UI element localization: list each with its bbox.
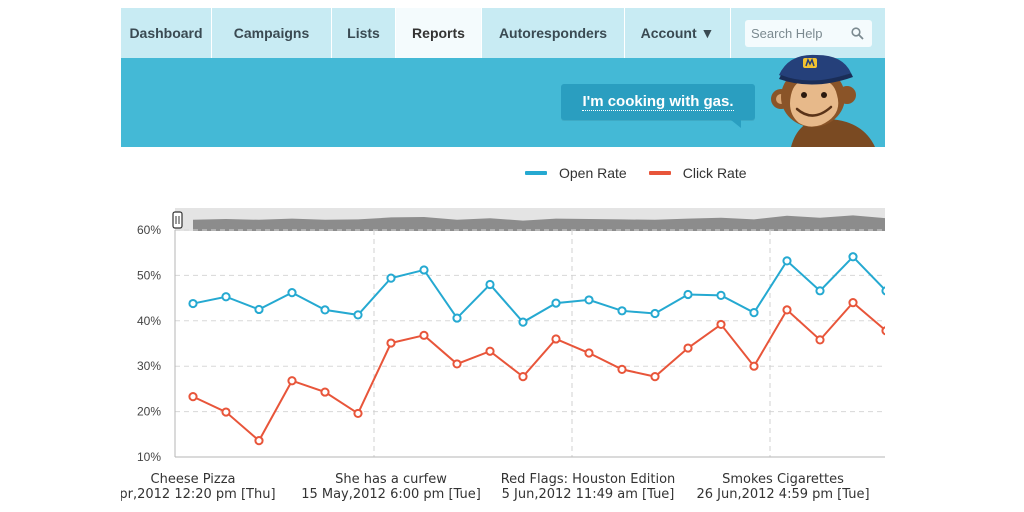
mascot-icon <box>771 54 875 147</box>
open-rate-series-line <box>192 255 885 324</box>
tab-account[interactable]: Account ▼ <box>625 8 731 58</box>
search-box <box>745 20 872 47</box>
x-axis-date-label: 5 Jun,2012 11:49 am [Tue] <box>502 487 675 502</box>
banner-message[interactable]: I'm cooking with gas. <box>582 93 734 111</box>
open-rate-point[interactable] <box>386 273 396 283</box>
legend-label-click-rate: Click Rate <box>682 165 747 181</box>
open-rate-point[interactable] <box>749 308 759 318</box>
open-rate-point[interactable] <box>419 265 429 275</box>
tab-campaigns[interactable]: Campaigns <box>212 8 332 58</box>
open-rate-point[interactable] <box>518 317 528 327</box>
open-rate-point[interactable] <box>287 288 297 298</box>
speech-bubble: I'm cooking with gas. <box>561 84 755 120</box>
open-rate-point[interactable] <box>452 313 462 323</box>
tab-autoresponders[interactable]: Autoresponders <box>482 8 625 58</box>
legend-label-open-rate: Open Rate <box>559 165 627 181</box>
click-rate-point[interactable] <box>485 346 495 356</box>
x-axis-date-label: 15 May,2012 6:00 pm [Tue] <box>301 487 481 502</box>
click-rate-point[interactable] <box>650 372 660 382</box>
app-window: Dashboard Campaigns Lists Reports Autore… <box>121 0 885 512</box>
click-rate-point[interactable] <box>749 361 759 371</box>
open-rate-point[interactable] <box>716 290 726 300</box>
click-rate-point[interactable] <box>419 330 429 340</box>
click-rate-point[interactable] <box>188 392 198 402</box>
open-rate-point[interactable] <box>650 308 660 319</box>
click-rate-series-line <box>192 301 885 443</box>
open-rate-point[interactable] <box>683 289 693 300</box>
click-rate-point[interactable] <box>221 407 231 417</box>
click-rate-point[interactable] <box>584 348 594 358</box>
y-tick-label: 60% <box>137 223 161 237</box>
click-rate-point[interactable] <box>716 319 726 330</box>
chart-legend: Open Rate Click Rate <box>525 163 769 183</box>
open-click-rate-chart: 10% 20% 30% 40% 50% 60% Cheese PizzaApr,2012 1… <box>121 208 885 502</box>
open-rate-point[interactable] <box>881 286 885 296</box>
open-rate-point[interactable] <box>551 298 561 308</box>
open-rate-point[interactable] <box>485 279 495 290</box>
click-rate-point[interactable] <box>551 334 561 344</box>
legend-item-click-rate[interactable]: Click Rate <box>648 165 747 181</box>
click-rate-point[interactable] <box>287 376 297 386</box>
click-rate-point[interactable] <box>683 343 693 353</box>
y-tick-label: 30% <box>137 359 161 373</box>
x-axis-campaign-label[interactable]: She has a curfew <box>335 472 447 487</box>
legend-swatch-click-rate <box>648 171 671 175</box>
y-tick-label: 20% <box>137 405 161 419</box>
legend-swatch-open-rate <box>525 171 547 175</box>
click-rate-point[interactable] <box>815 335 825 345</box>
open-rate-point[interactable] <box>782 256 792 266</box>
navigator-handle[interactable] <box>172 211 183 229</box>
x-axis-campaign-label[interactable]: Smokes Cigarettes <box>722 472 844 487</box>
click-rate-point[interactable] <box>782 305 792 315</box>
tab-reports[interactable]: Reports <box>396 8 482 58</box>
click-rate-point[interactable] <box>254 436 264 446</box>
click-rate-point[interactable] <box>320 387 330 397</box>
open-rate-point[interactable] <box>221 292 231 302</box>
search-icon[interactable] <box>851 27 864 40</box>
tab-lists[interactable]: Lists <box>332 8 396 58</box>
click-rate-point[interactable] <box>617 364 627 374</box>
speech-bubble-tail <box>731 120 741 128</box>
y-tick-label: 10% <box>137 450 161 464</box>
y-tick-label: 40% <box>137 314 161 328</box>
tab-dashboard[interactable]: Dashboard <box>121 8 212 58</box>
y-tick-label: 50% <box>137 268 161 282</box>
click-rate-point[interactable] <box>386 338 396 348</box>
open-rate-point[interactable] <box>353 310 363 320</box>
x-axis-campaign-label[interactable]: Cheese Pizza <box>151 472 236 487</box>
x-axis-date-label: 26 Jun,2012 4:59 pm [Tue] <box>696 487 869 502</box>
click-rate-point[interactable] <box>518 372 528 382</box>
click-rate-point[interactable] <box>353 408 363 419</box>
open-rate-point[interactable] <box>320 305 330 315</box>
open-rate-point[interactable] <box>848 252 858 262</box>
legend-item-open-rate[interactable]: Open Rate <box>525 165 627 181</box>
x-axis-date-label: Apr,2012 12:20 pm [Thu] <box>121 487 276 502</box>
open-rate-point[interactable] <box>617 306 627 316</box>
open-rate-point[interactable] <box>584 295 594 305</box>
open-rate-point[interactable] <box>254 304 264 315</box>
x-axis-campaign-label[interactable]: Red Flags: Houston Edition <box>501 472 676 487</box>
open-rate-point[interactable] <box>188 298 198 309</box>
open-rate-point[interactable] <box>815 286 825 296</box>
search-input[interactable] <box>751 20 846 47</box>
click-rate-point[interactable] <box>452 359 462 369</box>
click-rate-point[interactable] <box>848 298 858 308</box>
click-rate-point[interactable] <box>881 326 885 336</box>
